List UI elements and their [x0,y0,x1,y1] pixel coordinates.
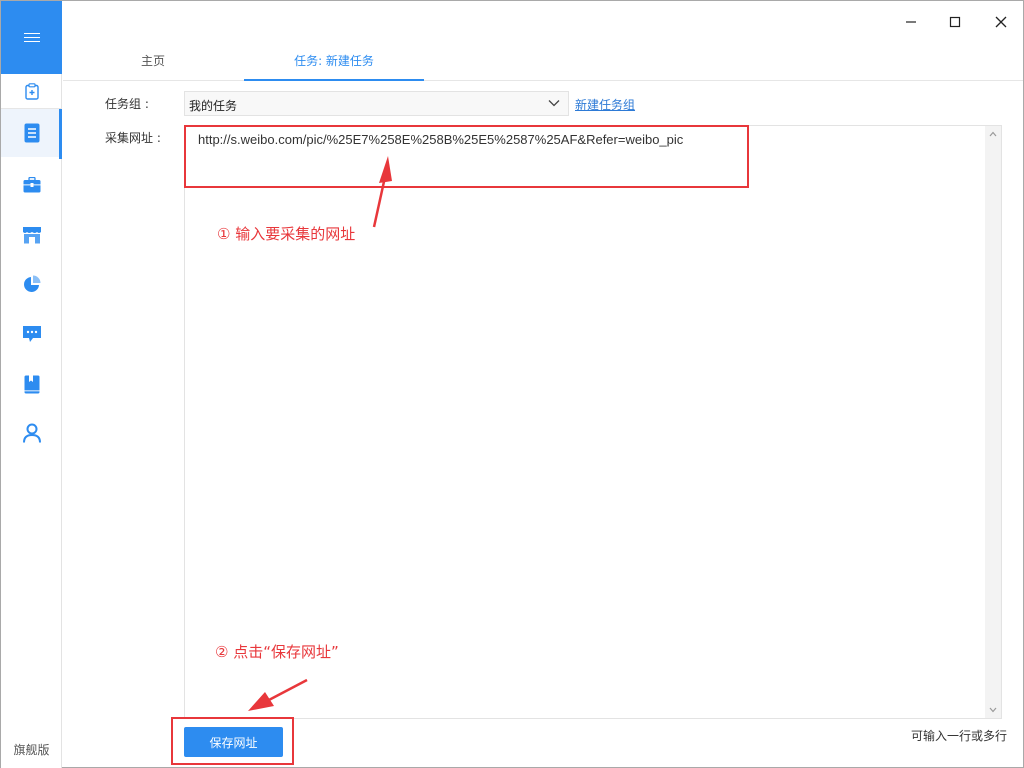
sidebar-item-tasks[interactable] [1,109,62,159]
hamburger-icon [23,32,40,43]
tab-home[interactable]: 主页 [63,43,243,81]
step1-annotation: ① 输入要采集的网址 [217,225,356,243]
maximize-button[interactable] [941,9,969,35]
url-textarea[interactable]: http://s.weibo.com/pic/%25E7%258E%258B%2… [184,125,1002,719]
close-button[interactable] [987,9,1015,35]
sidebar-item-account[interactable] [1,409,62,457]
maximize-icon [949,16,961,28]
scroll-down-button[interactable] [985,702,1001,718]
tab-new-task[interactable]: 任务: 新建任务 [244,43,424,81]
url-label: 采集网址 : [105,131,161,145]
briefcase-icon [23,177,40,193]
input-hint: 可输入一行或多行 [910,729,1007,743]
sidebar-item-clipboard[interactable] [1,74,62,108]
new-task-group-link[interactable]: 新建任务组 [575,96,635,113]
edition-label: 旗舰版 [13,743,50,757]
tab-bar: 主页 任务: 新建任务 [63,43,1023,81]
sidebar-item-stats[interactable] [1,260,62,308]
app-window: 旗舰版 主页 任务: 新建任务 任务组 : 我的任务 新建任务组 采集网址 : … [0,0,1024,768]
document-list-icon [24,123,39,143]
vertical-scrollbar[interactable] [985,126,1001,718]
step2-annotation: ② 点击“保存网址” [215,643,339,661]
chevron-down-icon [548,100,560,107]
minimize-icon [906,21,916,23]
task-group-select[interactable]: 我的任务 [184,91,569,116]
menu-button[interactable] [1,1,62,74]
clipboard-add-icon [24,82,39,100]
arrow-to-url-icon [372,156,392,228]
save-highlight-box [171,717,294,765]
sidebar-item-docs[interactable] [1,360,62,408]
sidebar: 旗舰版 [1,1,62,768]
task-group-value: 我的任务 [189,99,238,113]
minimize-button[interactable] [897,9,925,35]
user-icon [22,423,41,443]
close-icon [995,16,1007,28]
sidebar-item-messages[interactable] [1,310,62,358]
store-icon [22,227,41,244]
sidebar-item-toolbox[interactable] [1,161,62,209]
url-highlight-box [184,125,749,188]
arrow-to-save-icon [248,678,308,711]
book-icon [24,375,39,393]
sidebar-item-store[interactable] [1,211,62,259]
chat-icon [22,326,41,342]
scroll-up-button[interactable] [985,126,1001,142]
chevron-up-icon [989,131,997,137]
pie-chart-icon [23,275,40,292]
chevron-down-icon [989,707,997,713]
task-group-label: 任务组 : [105,97,149,111]
